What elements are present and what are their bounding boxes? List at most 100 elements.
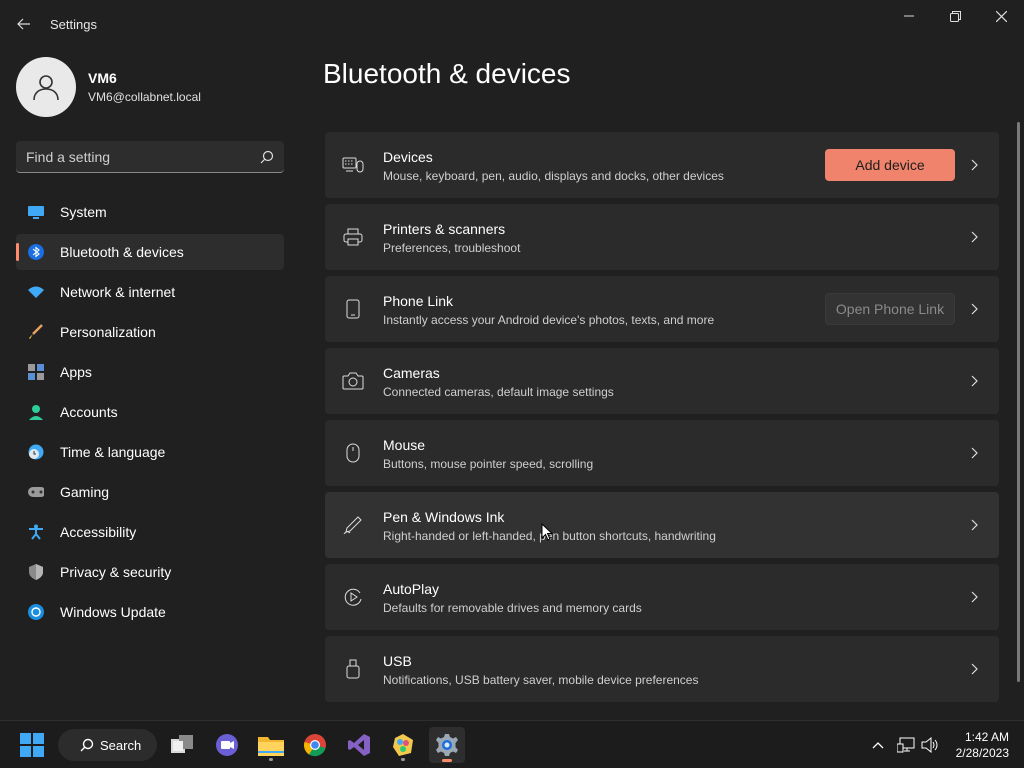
sidebar-item-personalization[interactable]: Personalization [16, 314, 284, 350]
add-device-button[interactable]: Add device [825, 149, 955, 181]
card-title: Devices [383, 149, 433, 165]
camera-icon [341, 369, 365, 393]
sidebar-item-network[interactable]: Network & internet [16, 274, 284, 310]
card-pen-windows-ink[interactable]: Pen & Windows Ink Right-handed or left-h… [325, 492, 999, 558]
sidebar-item-label: System [60, 204, 107, 220]
visual-studio-button[interactable] [341, 727, 377, 763]
user-profile[interactable]: VM6 VM6@collabnet.local [16, 57, 201, 117]
accessibility-icon [28, 524, 44, 540]
sidebar-item-accounts[interactable]: Accounts [16, 394, 284, 430]
chevron-right-icon [969, 229, 979, 245]
settings-button[interactable] [429, 727, 465, 763]
minimize-button[interactable] [886, 0, 932, 32]
taskbar-search[interactable]: Search [58, 729, 157, 761]
card-cameras[interactable]: Cameras Connected cameras, default image… [325, 348, 999, 414]
sidebar-item-privacy[interactable]: Privacy & security [16, 554, 284, 590]
volume-tray-button[interactable] [919, 735, 941, 755]
chevron-right-icon [969, 373, 979, 389]
bluetooth-icon [28, 244, 44, 260]
sidebar-item-label: Network & internet [60, 284, 176, 300]
brush-icon [28, 324, 44, 340]
sidebar-item-bluetooth[interactable]: Bluetooth & devices [16, 234, 284, 270]
active-indicator [442, 759, 452, 762]
chrome-icon [303, 734, 326, 757]
back-button[interactable] [12, 12, 36, 36]
network-tray-button[interactable] [895, 735, 917, 755]
app-title: Settings [50, 17, 97, 32]
open-phone-link-button[interactable]: Open Phone Link [825, 293, 955, 325]
sidebar-item-label: Accounts [60, 404, 118, 420]
paint-button[interactable] [385, 727, 421, 763]
taskbar-clock[interactable]: 1:42 AM 2/28/2023 [956, 729, 1009, 761]
card-usb[interactable]: USB Notifications, USB battery saver, mo… [325, 636, 999, 702]
sidebar-item-system[interactable]: System [16, 194, 284, 230]
sidebar-item-label: Apps [60, 364, 92, 380]
clock-globe-icon [28, 444, 44, 460]
card-phone-link[interactable]: Phone Link Instantly access your Android… [325, 276, 999, 342]
speaker-icon [921, 737, 938, 753]
restore-button[interactable] [932, 0, 978, 32]
page-title: Bluetooth & devices [323, 58, 571, 89]
search-input[interactable] [26, 148, 260, 165]
card-subtitle: Defaults for removable drives and memory… [383, 601, 642, 615]
title-bar: Settings [0, 0, 1024, 48]
search-box[interactable] [16, 141, 284, 173]
sidebar-item-apps[interactable]: Apps [16, 354, 284, 390]
close-button[interactable] [978, 0, 1024, 32]
chevron-right-icon [969, 445, 979, 461]
chevron-right-icon [969, 589, 979, 605]
card-mouse[interactable]: Mouse Buttons, mouse pointer speed, scro… [325, 420, 999, 486]
running-indicator [401, 758, 405, 761]
autoplay-icon [341, 585, 365, 609]
meet-icon [216, 734, 238, 756]
card-printers-scanners[interactable]: Printers & scanners Preferences, trouble… [325, 204, 999, 270]
card-title: Cameras [383, 365, 440, 381]
minimize-icon [904, 15, 914, 17]
meet-button[interactable] [209, 727, 245, 763]
card-title: Mouse [383, 437, 426, 453]
devices-icon [341, 153, 365, 177]
sidebar-item-label: Windows Update [60, 604, 166, 620]
paint-icon [393, 734, 413, 756]
sidebar-item-label: Time & language [60, 444, 166, 460]
visual-studio-icon [348, 734, 370, 756]
close-icon [995, 10, 1007, 22]
sidebar-item-windows-update[interactable]: Windows Update [16, 594, 284, 630]
windows-logo-icon [20, 733, 44, 757]
pen-icon [341, 513, 365, 537]
sidebar-nav: System Bluetooth & devices Network & int… [16, 194, 284, 634]
card-subtitle: Connected cameras, default image setting… [383, 385, 614, 399]
profile-email: VM6@collabnet.local [88, 90, 201, 104]
avatar[interactable] [16, 57, 76, 117]
file-explorer-button[interactable] [253, 727, 289, 763]
chevron-up-icon [872, 742, 884, 749]
sidebar-item-gaming[interactable]: Gaming [16, 474, 284, 510]
clock-time: 1:42 AM [964, 730, 1009, 744]
card-subtitle: Instantly access your Android device's p… [383, 313, 715, 327]
shield-icon [28, 564, 44, 580]
card-subtitle: Mouse, keyboard, pen, audio, displays an… [383, 169, 724, 183]
chrome-button[interactable] [297, 727, 333, 763]
network-icon [897, 737, 915, 753]
sidebar-item-label: Accessibility [60, 524, 137, 540]
card-subtitle: Buttons, mouse pointer speed, scrolling [383, 457, 594, 471]
start-button[interactable] [14, 727, 50, 763]
clock-date: 2/28/2023 [955, 746, 1009, 760]
card-devices[interactable]: Devices Mouse, keyboard, pen, audio, dis… [325, 132, 999, 198]
apps-icon [28, 364, 44, 380]
task-view-icon [171, 735, 193, 753]
sidebar-item-accessibility[interactable]: Accessibility [16, 514, 284, 550]
restore-icon [949, 10, 961, 22]
scrollbar[interactable] [1017, 122, 1020, 682]
taskbar-search-label: Search [100, 737, 142, 753]
sidebar-item-time-language[interactable]: Time & language [16, 434, 284, 470]
task-view-button[interactable] [165, 727, 201, 763]
chevron-right-icon [969, 157, 979, 173]
sidebar-item-label: Privacy & security [60, 564, 172, 580]
card-autoplay[interactable]: AutoPlay Defaults for removable drives a… [325, 564, 999, 630]
card-subtitle: Notifications, USB battery saver, mobile… [383, 673, 699, 687]
settings-gear-icon [436, 734, 458, 756]
search-icon [80, 738, 94, 752]
show-hidden-icons-button[interactable] [867, 735, 889, 755]
arrow-left-icon [17, 18, 30, 30]
